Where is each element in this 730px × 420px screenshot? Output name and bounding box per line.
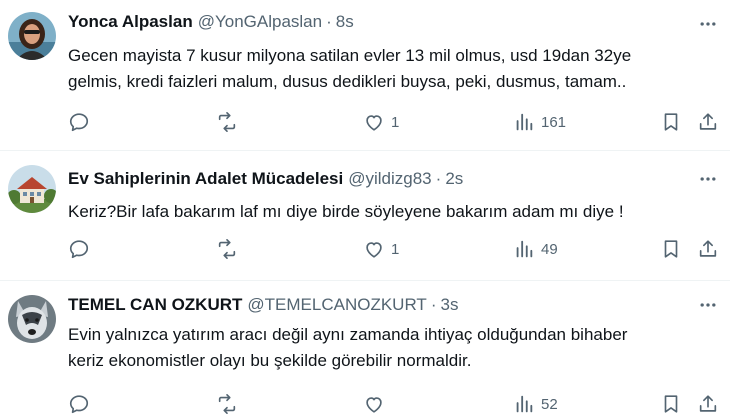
house-photo-icon (8, 165, 56, 213)
share-button[interactable] (697, 110, 719, 134)
view-count: 52 (541, 395, 558, 413)
like-count: 1 (391, 240, 400, 258)
repost-button[interactable] (216, 392, 244, 416)
wolf-photo-icon (8, 295, 56, 343)
bookmark-button[interactable] (660, 110, 682, 134)
user-handle[interactable]: @yildizg83 (348, 169, 431, 189)
reply-button[interactable] (68, 237, 96, 261)
views-chart-icon (516, 395, 533, 413)
display-name[interactable]: Ev Sahiplerinin Adalet Mücadelesi (68, 169, 343, 189)
tweet-text-line: keriz ekonomistler olayı bu şekilde göre… (68, 351, 472, 370)
separator-dot: · (326, 12, 332, 31)
views-chart-icon (516, 240, 533, 258)
views-button[interactable]: 49 (513, 237, 558, 261)
reply-button[interactable] (68, 110, 96, 134)
action-bar: 1 49 (0, 237, 730, 261)
views-chart-icon (516, 113, 533, 131)
tweet-2[interactable]: Ev Sahiplerinin Adalet Mücadelesi @yildi… (0, 151, 730, 280)
bookmark-icon (664, 113, 678, 131)
tweet-text-line: Keriz?Bir lafa bakarım laf mı diye birde… (68, 202, 624, 221)
tweet-text-line: Evin yalnızca yatırım aracı değil aynı z… (68, 325, 628, 344)
heart-icon (366, 242, 382, 258)
view-count: 49 (541, 240, 558, 258)
views-button[interactable]: 161 (513, 110, 566, 134)
more-options-icon[interactable] (696, 167, 720, 191)
reply-button[interactable] (68, 392, 96, 416)
share-button[interactable] (697, 392, 719, 416)
like-button[interactable]: 1 (363, 110, 399, 134)
tweet-text: Gecen mayista 7 kusur milyona satilan ev… (68, 43, 718, 95)
like-button[interactable] (363, 392, 391, 416)
tweet-header: Ev Sahiplerinin Adalet Mücadelesi @yildi… (68, 167, 463, 191)
more-options-icon[interactable] (696, 12, 720, 36)
tweet-1[interactable]: Yonca Alpaslan @YonGAlpaslan · 8s Gecen … (0, 0, 730, 150)
share-icon (699, 113, 717, 130)
separator-dot: · (435, 169, 442, 188)
avatar[interactable] (8, 295, 56, 343)
like-count: 1 (391, 113, 400, 131)
heart-icon (366, 115, 382, 131)
repost-icon (218, 394, 236, 414)
bookmark-button[interactable] (660, 392, 682, 416)
tweet-text-line: Gecen mayista 7 kusur milyona satilan ev… (68, 46, 632, 65)
reply-icon (69, 113, 89, 132)
reply-icon (69, 395, 89, 414)
avatar[interactable] (8, 12, 56, 60)
display-name[interactable]: Yonca Alpaslan (68, 12, 193, 32)
tweet-text: Keriz?Bir lafa bakarım laf mı diye birde… (68, 199, 718, 225)
timestamp[interactable]: 8s (336, 12, 354, 32)
tweet-3[interactable]: TEMEL CAN OZKURT @TEMELCANOZKURT · 3s Ev… (0, 281, 730, 420)
like-button[interactable]: 1 (363, 237, 399, 261)
separator-dot: · (430, 295, 437, 314)
bookmark-button[interactable] (660, 237, 682, 261)
repost-button[interactable] (216, 110, 244, 134)
view-count: 161 (541, 113, 567, 131)
share-button[interactable] (697, 237, 719, 261)
timestamp[interactable]: 2s (445, 169, 463, 189)
more-options-icon[interactable] (696, 293, 720, 317)
tweet-text: Evin yalnızca yatırım aracı değil aynı z… (68, 322, 718, 374)
share-icon (699, 395, 717, 412)
repost-button[interactable] (216, 237, 244, 261)
action-bar: 52 (0, 392, 730, 416)
share-icon (699, 240, 717, 257)
user-handle[interactable]: @YonGAlpaslan (198, 12, 322, 32)
tweet-header: TEMEL CAN OZKURT @TEMELCANOZKURT · 3s (68, 293, 458, 317)
reply-icon (69, 240, 89, 259)
bookmark-icon (664, 395, 678, 413)
tweet-text-line: gelmis, kredi faizleri malum, dusus dedi… (68, 72, 627, 91)
display-name[interactable]: TEMEL CAN OZKURT (68, 295, 242, 315)
views-button[interactable]: 52 (513, 392, 558, 416)
woman-portrait-icon (8, 12, 56, 60)
action-bar: 1 161 (0, 110, 730, 134)
bookmark-icon (664, 240, 678, 258)
heart-icon (366, 397, 382, 413)
user-handle[interactable]: @TEMELCANOZKURT (247, 295, 426, 315)
tweet-header: Yonca Alpaslan @YonGAlpaslan · 8s (68, 10, 354, 34)
repost-icon (218, 112, 236, 132)
avatar[interactable] (8, 165, 56, 213)
timestamp[interactable]: 3s (440, 295, 458, 315)
repost-icon (218, 239, 236, 259)
